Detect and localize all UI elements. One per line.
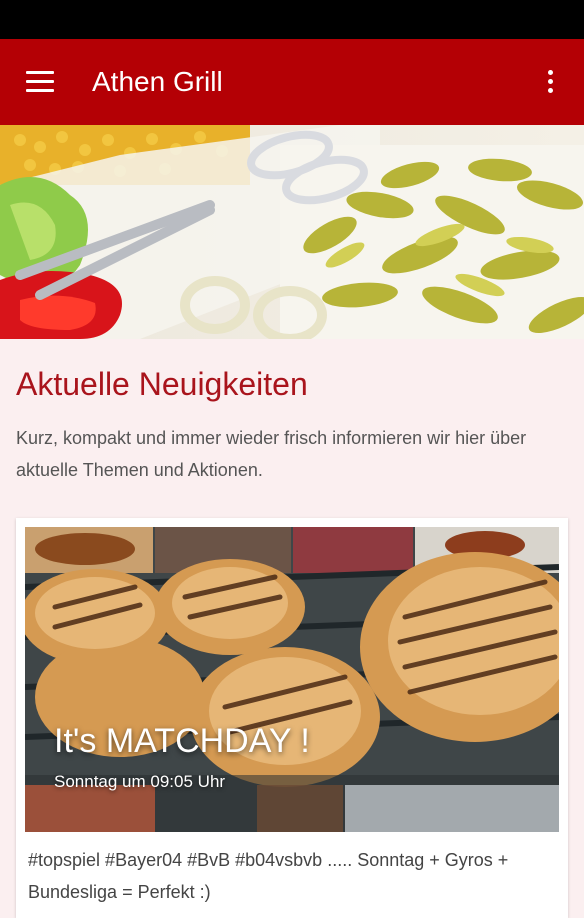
- post-title: It's MATCHDAY !: [54, 722, 310, 760]
- post-date: Sonntag um 09:05 Uhr: [54, 772, 226, 791]
- news-post-card[interactable]: It's MATCHDAY ! Sonntag um 09:05 Uhr #to…: [16, 518, 568, 918]
- status-bar: [0, 0, 584, 39]
- hero-image: [0, 125, 584, 339]
- news-heading: Aktuelle Neuigkeiten: [16, 366, 308, 402]
- news-description: Kurz, kompakt und immer wieder frisch in…: [16, 428, 527, 480]
- hamburger-menu-icon[interactable]: [24, 69, 56, 95]
- post-text: #topspiel #Bayer04 #BvB #b04vsbvb ..... …: [28, 850, 509, 902]
- app-title: Athen Grill: [92, 66, 223, 97]
- app-bar: Athen Grill: [0, 39, 584, 125]
- more-vert-icon[interactable]: [540, 67, 560, 97]
